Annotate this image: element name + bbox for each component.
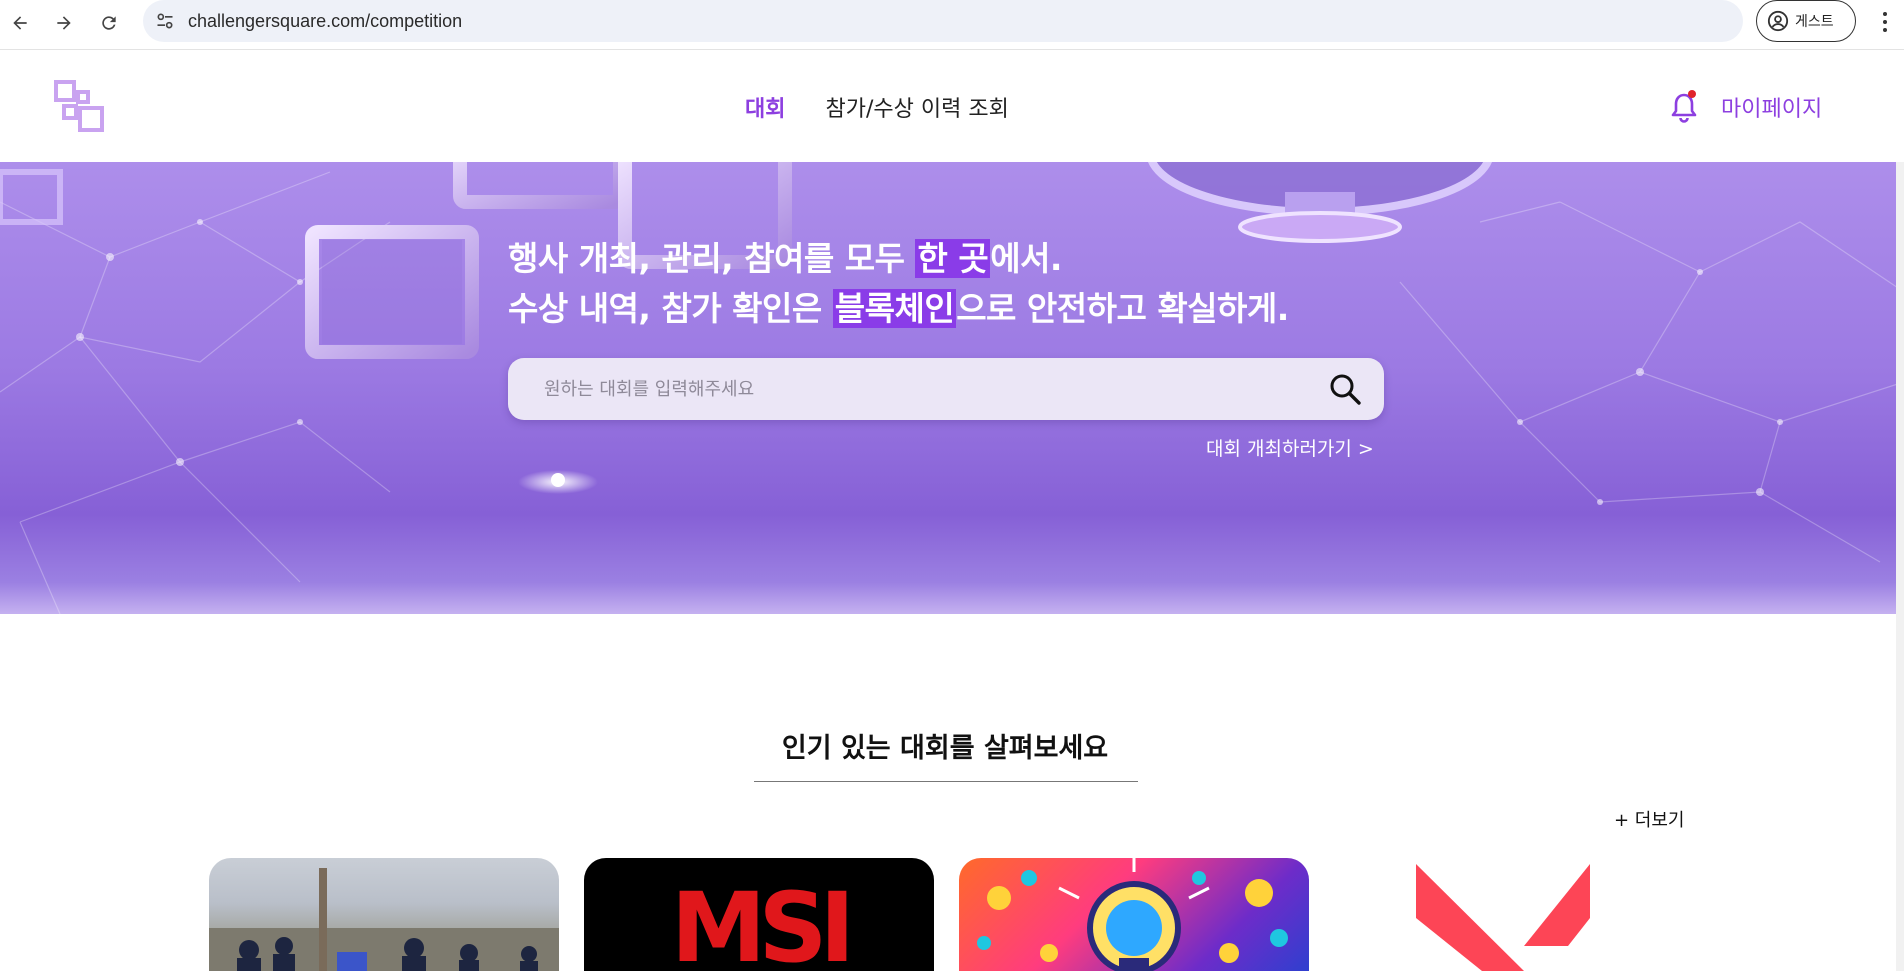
- competition-card[interactable]: [1334, 858, 1684, 971]
- address-bar[interactable]: challengersquare.com/competition: [143, 0, 1743, 42]
- headline-text: 에서.: [990, 239, 1062, 278]
- host-competition-link[interactable]: 대회 개최하러가기 >: [1206, 434, 1374, 461]
- arrow-right-icon: [57, 16, 71, 30]
- competition-card[interactable]: MSI: [584, 858, 934, 971]
- profile-label: 게스트: [1795, 14, 1834, 30]
- profile-button[interactable]: 게스트: [1756, 0, 1856, 42]
- site-logo[interactable]: [54, 80, 106, 132]
- competition-search-input[interactable]: [544, 358, 1304, 420]
- arrow-left-icon: [13, 16, 27, 30]
- headline-text: 수상 내역, 참가 확인은: [508, 289, 833, 328]
- url-text: challengersquare.com/competition: [188, 11, 463, 31]
- headline-line-2: 수상 내역, 참가 확인은 블록체인으로 안전하고 확실하게.: [508, 284, 1289, 334]
- competition-card[interactable]: [209, 858, 559, 971]
- reload-icon: [102, 16, 116, 30]
- title-divider: [754, 781, 1138, 782]
- headline-text: 으로 안전하고 확실하게.: [956, 289, 1289, 328]
- page-scrollbar[interactable]: [1896, 162, 1904, 971]
- headline-text: 행사 개최, 관리, 참여를 모두: [508, 239, 916, 278]
- outdoor-crowd-photo: [209, 868, 559, 971]
- more-link[interactable]: + 더보기: [1614, 806, 1684, 832]
- competition-search-bar: [508, 358, 1384, 420]
- main-nav: 대회 참가/수상 이력 조회: [745, 91, 1009, 123]
- headline-line-1: 행사 개최, 관리, 참여를 모두 한 곳에서.: [508, 234, 1289, 284]
- headline-highlight: 블록체인: [832, 289, 957, 328]
- account-circle-icon: [1767, 10, 1789, 32]
- forward-button[interactable]: [49, 8, 79, 38]
- nav-history[interactable]: 참가/수상 이력 조회: [825, 91, 1008, 123]
- back-button[interactable]: [5, 8, 35, 38]
- browser-toolbar: challengersquare.com/competition 게스트: [0, 0, 1904, 50]
- section-title: 인기 있는 대회를 살펴보세요: [781, 733, 1109, 764]
- notification-bell-icon[interactable]: [1670, 89, 1698, 123]
- browser-menu-icon[interactable]: [1878, 9, 1892, 35]
- search-icon[interactable]: [1328, 372, 1362, 406]
- reload-button[interactable]: [94, 8, 124, 38]
- nav-competition[interactable]: 대회: [745, 91, 785, 123]
- competition-card[interactable]: [959, 858, 1309, 971]
- msi-logo: MSI: [670, 872, 855, 971]
- mypage-link[interactable]: 마이페이지: [1721, 91, 1822, 123]
- site-header: 대회 참가/수상 이력 조회 마이페이지: [0, 51, 1904, 162]
- valorant-logo: [1416, 864, 1590, 971]
- site-settings-icon[interactable]: [155, 11, 175, 31]
- hero-banner: 행사 개최, 관리, 참여를 모두 한 곳에서. 수상 내역, 참가 확인은 블…: [0, 162, 1904, 614]
- lightbulb-illustration: [977, 858, 1288, 971]
- headline-highlight: 한 곳: [915, 239, 991, 278]
- hero-headline: 행사 개최, 관리, 참여를 모두 한 곳에서. 수상 내역, 참가 확인은 블…: [508, 234, 1289, 334]
